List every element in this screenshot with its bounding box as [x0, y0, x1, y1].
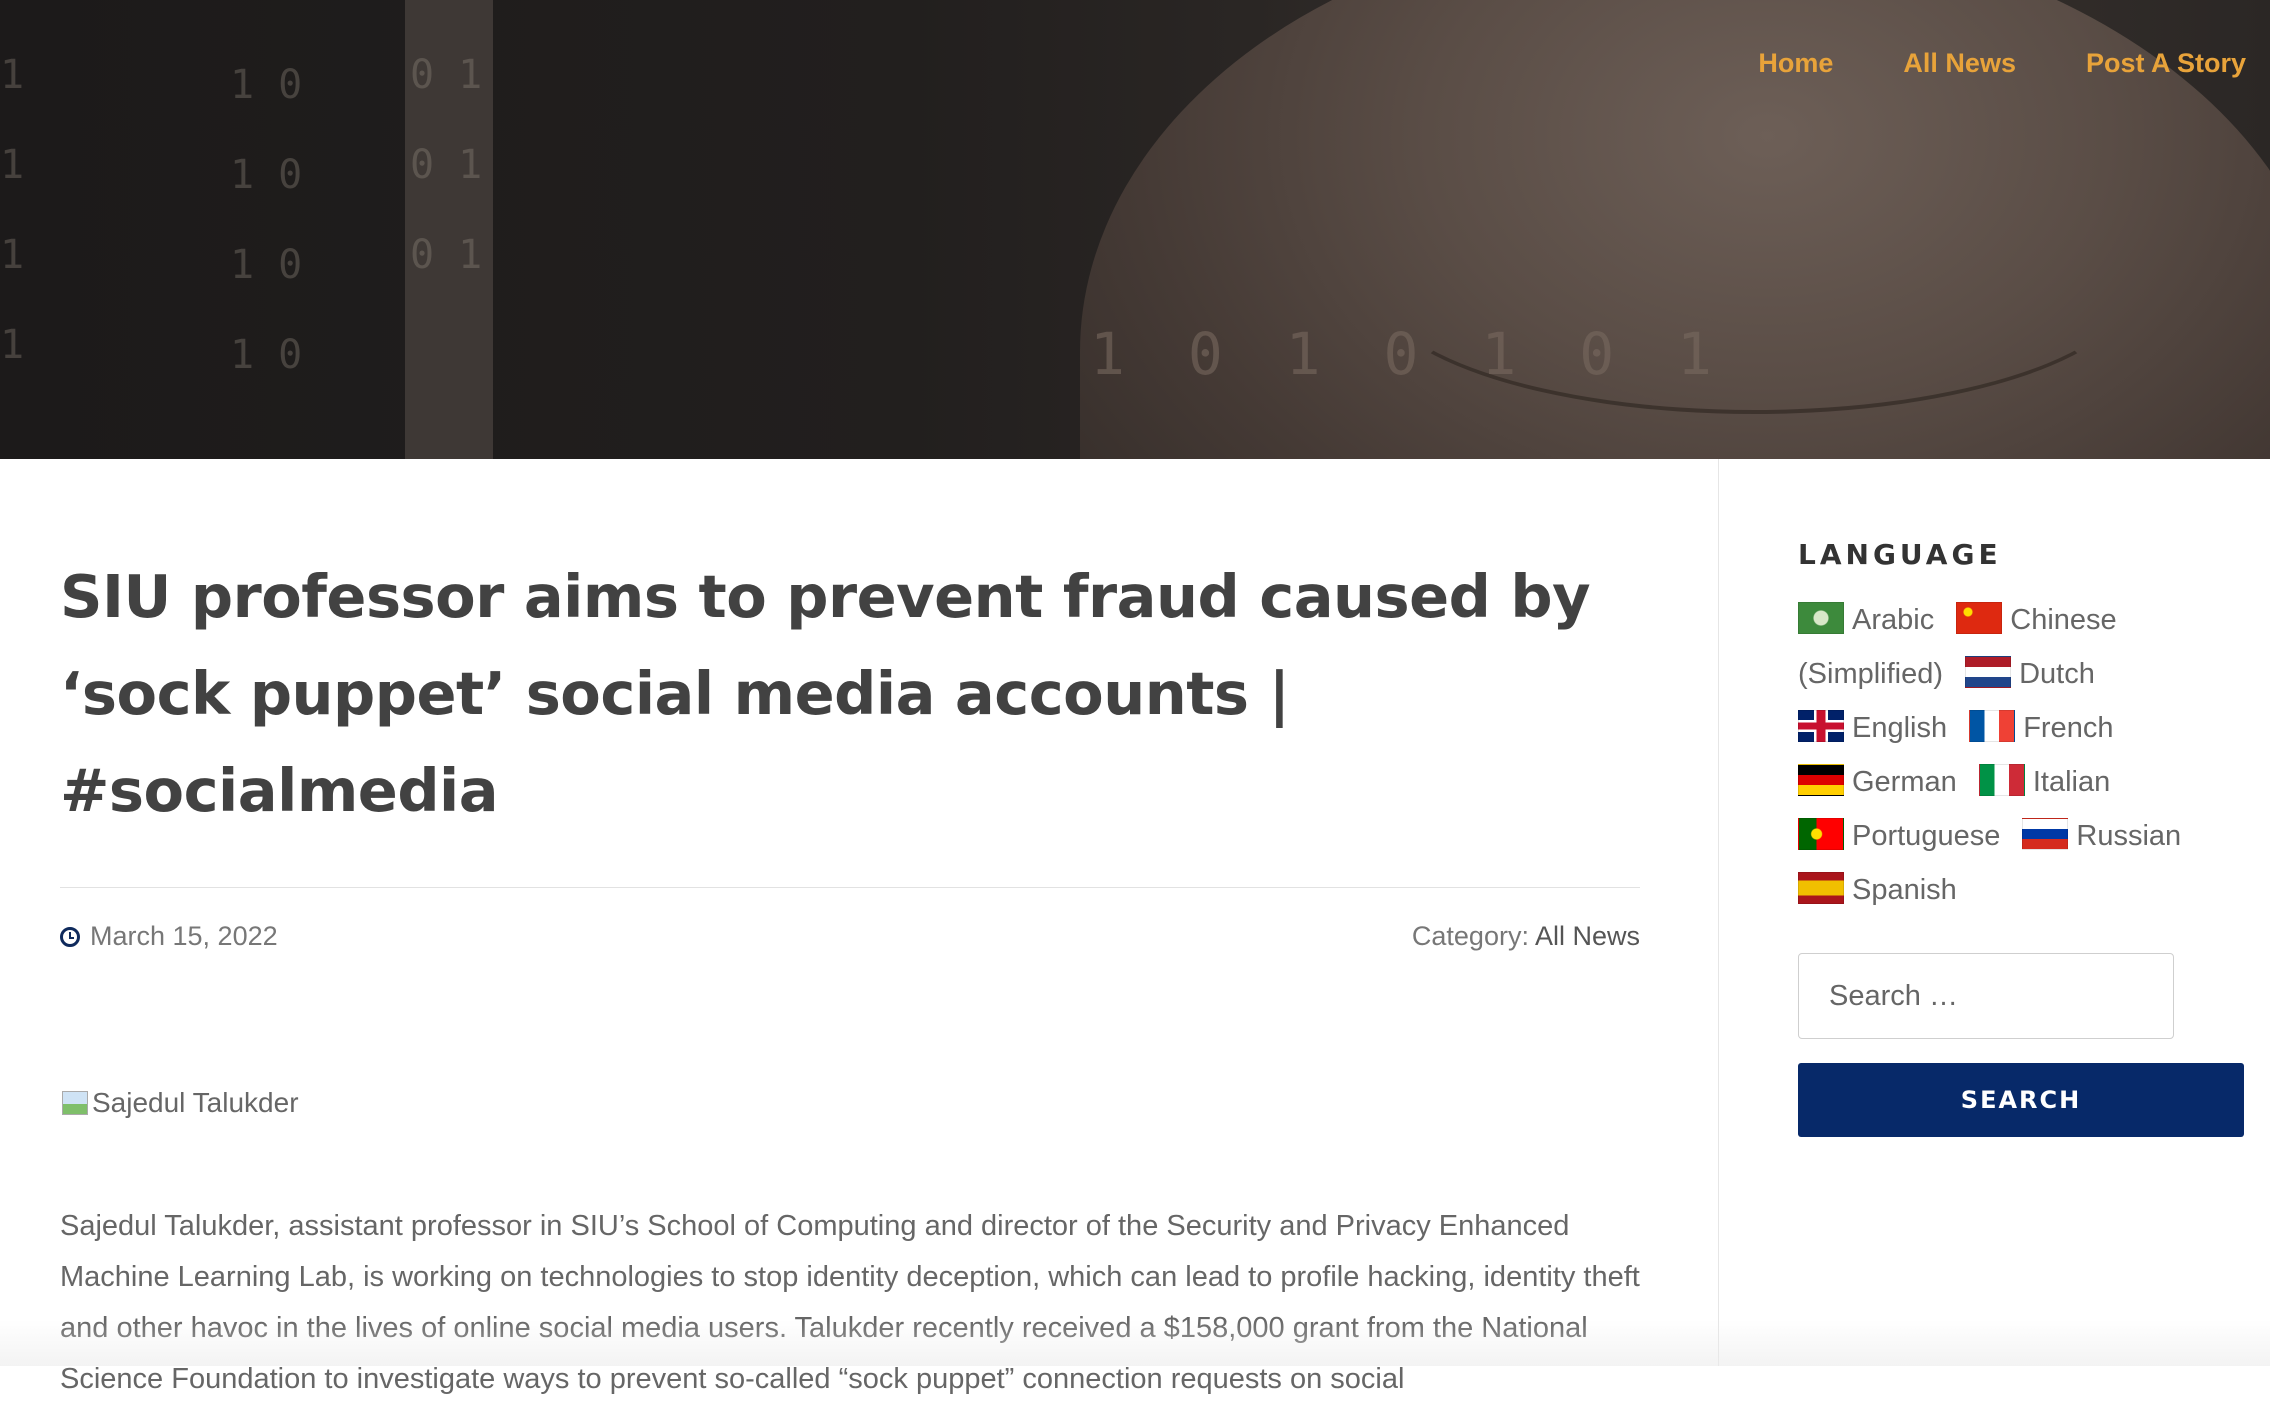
hero-code-column: 1 0 1 0 1 0 1 0: [230, 62, 303, 378]
language-label: English: [1852, 712, 1948, 744]
language-label: Portuguese: [1852, 820, 2001, 852]
language-label: Spanish: [1852, 874, 1957, 906]
article-image-alt: Sajedul Talukder: [92, 1087, 299, 1118]
sidebar: LANGUAGE Arabic Chinese (Simplified) Dut…: [1798, 459, 2248, 1137]
russia-flag-icon: [2022, 818, 2069, 850]
italy-flag-icon: [1978, 764, 2025, 796]
category-link[interactable]: All News: [1535, 921, 1640, 951]
hero-binary-overlay: 1 0 1 0 1 0 1: [1090, 320, 1726, 388]
language-list: Arabic Chinese (Simplified) Dutch Englis…: [1798, 593, 2248, 917]
language-link-portuguese[interactable]: Portuguese: [1798, 818, 2001, 852]
language-link-german[interactable]: German: [1798, 764, 1957, 798]
hero-code-column: 0 1 0 1 0 1: [410, 52, 483, 278]
language-label: Russian: [2076, 820, 2182, 852]
broken-image-icon: [60, 1089, 90, 1119]
title-divider: [60, 887, 1640, 888]
article-body: Sajedul Talukder, assistant professor in…: [60, 1210, 1640, 1395]
germany-flag-icon: [1798, 764, 1844, 796]
arabic-flag-icon: [1798, 602, 1844, 634]
article-date: March 15, 2022: [60, 921, 278, 952]
clock-icon: [60, 926, 80, 947]
category-label: Category:: [1411, 921, 1529, 951]
china-flag-icon: [1956, 602, 2003, 634]
hero-banner: 1 1 1 1 1 0 1 0 1 0 1 0 0 1 0 1 0 1 1 0 …: [0, 0, 2270, 459]
language-link-dutch[interactable]: Dutch: [1965, 656, 2095, 690]
sidebar-divider: [1718, 459, 1719, 1366]
language-link-french[interactable]: French: [1969, 710, 2114, 744]
language-link-italian[interactable]: Italian: [1978, 764, 2111, 798]
language-label: Arabic: [1852, 604, 1935, 636]
portugal-flag-icon: [1798, 818, 1844, 850]
article-image: Sajedul Talukder: [60, 1087, 299, 1119]
nav-post-story-link[interactable]: Post A Story: [2086, 48, 2246, 79]
language-link-russian[interactable]: Russian: [2022, 818, 2182, 852]
article-date-text: March 15, 2022: [90, 921, 278, 951]
language-widget-title: LANGUAGE: [1798, 538, 2002, 571]
language-label: Dutch: [2019, 658, 2095, 690]
spain-flag-icon: [1798, 872, 1844, 904]
nav-all-news-link[interactable]: All News: [1903, 48, 2016, 79]
article-main: SIU professor aims to prevent fraud caus…: [60, 459, 1640, 1395]
article-meta: March 15, 2022 Category: All News: [60, 921, 1640, 952]
uk-flag-icon: [1798, 710, 1844, 742]
language-link-spanish[interactable]: Spanish: [1798, 872, 1957, 906]
language-link-english[interactable]: English: [1798, 710, 1948, 744]
article-category: Category: All News: [1412, 921, 1640, 952]
nav-home-link[interactable]: Home: [1758, 48, 1833, 79]
language-link-arabic[interactable]: Arabic: [1798, 602, 1935, 636]
hero-code-column: 1 1 1 1: [0, 52, 25, 368]
language-label: German: [1852, 766, 1957, 798]
bottom-fade: [0, 1320, 2270, 1366]
netherlands-flag-icon: [1965, 656, 2012, 688]
language-label: French: [2023, 712, 2114, 744]
language-label: Italian: [2032, 766, 2111, 798]
france-flag-icon: [1969, 710, 2016, 742]
search-input[interactable]: [1798, 953, 2174, 1039]
article-title: SIU professor aims to prevent fraud caus…: [60, 562, 1591, 825]
main-nav: Home All News Post A Story: [1688, 48, 2246, 79]
search-button[interactable]: SEARCH: [1798, 1063, 2244, 1137]
